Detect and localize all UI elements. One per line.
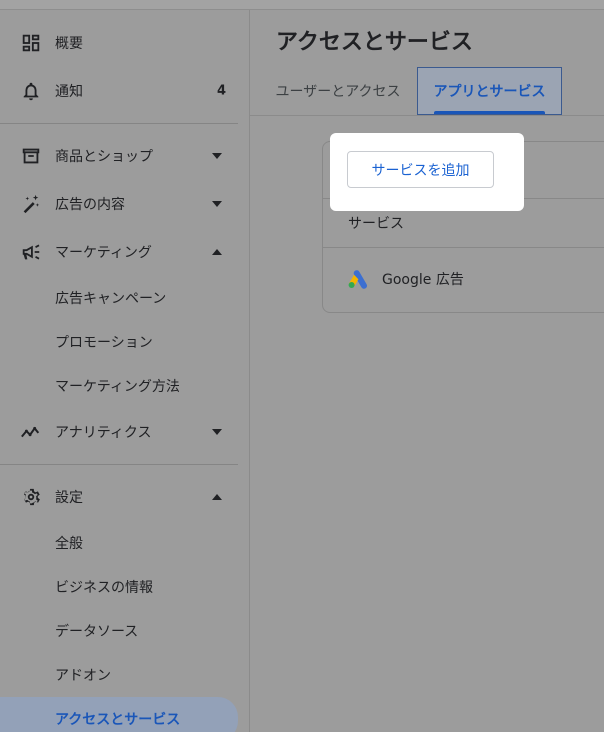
sidebar-item-marketing-methods[interactable]: マーケティング方法 bbox=[0, 366, 249, 406]
chevron-down-icon bbox=[212, 201, 222, 207]
active-tab-indicator bbox=[434, 111, 545, 114]
tab-label: アプリとサービス bbox=[433, 84, 546, 100]
sidebar-item-label: アクセスとサービス bbox=[55, 712, 181, 728]
sidebar-item-notifications[interactable]: 通知 4 bbox=[0, 71, 249, 111]
page-title: アクセスとサービス bbox=[276, 30, 473, 55]
sidebar-item-label: アナリティクス bbox=[55, 425, 152, 441]
sidebar-item-label: アドオン bbox=[55, 668, 111, 684]
chevron-up-icon bbox=[212, 249, 222, 255]
sidebar-item-label: 全般 bbox=[55, 536, 83, 552]
sidebar-item-label: 広告の内容 bbox=[55, 197, 125, 213]
services-column-header: サービス bbox=[348, 216, 404, 232]
sidebar-item-label: 設定 bbox=[55, 490, 83, 506]
sidebar-item-analytics[interactable]: アナリティクス bbox=[0, 412, 249, 452]
sidebar-item-label: 商品とショップ bbox=[55, 149, 153, 165]
gear-icon bbox=[20, 486, 42, 508]
sidebar-item-label: マーケティング bbox=[55, 245, 152, 261]
service-name: Google 広告 bbox=[382, 272, 464, 288]
google-ads-logo bbox=[348, 270, 368, 289]
service-row-google-ads[interactable]: Google 広告 bbox=[346, 267, 464, 291]
trending-icon bbox=[20, 421, 42, 443]
tab-users-and-access[interactable]: ユーザーとアクセス bbox=[262, 67, 414, 115]
tab-label: ユーザーとアクセス bbox=[275, 84, 401, 100]
top-bar bbox=[0, 0, 604, 10]
bell-icon bbox=[20, 80, 42, 102]
chevron-up-icon bbox=[212, 494, 222, 500]
add-service-button[interactable]: サービスを追加 bbox=[347, 151, 494, 188]
sidebar-item-overview[interactable]: 概要 bbox=[0, 23, 249, 63]
sidebar-item-business-info[interactable]: ビジネスの情報 bbox=[0, 567, 249, 607]
sidebar-item-label: ビジネスの情報 bbox=[55, 580, 153, 596]
sidebar-item-settings[interactable]: 設定 bbox=[0, 477, 249, 517]
sidebar-item-add-ons[interactable]: アドオン bbox=[0, 655, 249, 695]
sidebar-item-general[interactable]: 全般 bbox=[0, 523, 249, 563]
sidebar-item-label: 概要 bbox=[55, 36, 83, 52]
card-divider bbox=[323, 247, 604, 248]
chevron-down-icon bbox=[212, 153, 222, 159]
tab-apps-and-services[interactable]: アプリとサービス bbox=[417, 67, 562, 115]
chevron-down-icon bbox=[212, 429, 222, 435]
sidebar-divider bbox=[0, 123, 238, 124]
sidebar-item-label: 通知 bbox=[55, 84, 83, 100]
notification-count-badge: 4 bbox=[216, 83, 226, 99]
sidebar-item-label: プロモーション bbox=[55, 335, 153, 351]
dashboard-icon bbox=[20, 32, 42, 54]
sidebar-item-ad-content[interactable]: 広告の内容 bbox=[0, 184, 249, 224]
sidebar-item-marketing[interactable]: マーケティング bbox=[0, 232, 249, 272]
sidebar-item-promotions[interactable]: プロモーション bbox=[0, 322, 249, 362]
sidebar-divider bbox=[0, 464, 238, 465]
sidebar-item-access-and-services[interactable]: アクセスとサービス bbox=[0, 697, 238, 732]
sidebar: 概要 通知 4 商品とショップ 広告の内容 マーケティング 広告キャンペーン プ… bbox=[0, 10, 250, 732]
sidebar-item-label: データソース bbox=[55, 624, 139, 640]
megaphone-icon bbox=[20, 241, 42, 263]
archive-icon bbox=[20, 145, 42, 167]
sidebar-item-ad-campaigns[interactable]: 広告キャンペーン bbox=[0, 278, 249, 318]
sidebar-item-products[interactable]: 商品とショップ bbox=[0, 136, 249, 176]
sidebar-item-label: マーケティング方法 bbox=[55, 379, 180, 395]
sidebar-item-data-sources[interactable]: データソース bbox=[0, 611, 249, 651]
sidebar-item-label: 広告キャンペーン bbox=[55, 291, 167, 307]
magic-wand-icon bbox=[20, 193, 42, 215]
tabs-divider bbox=[250, 115, 604, 116]
